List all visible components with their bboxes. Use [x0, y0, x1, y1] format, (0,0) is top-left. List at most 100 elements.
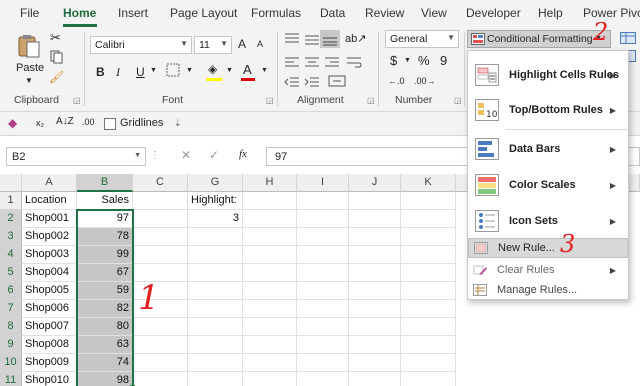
decrease-decimal-icon[interactable]: .00→ [414, 76, 436, 86]
sales-cell[interactable]: 98 [77, 372, 133, 386]
column-header-c[interactable]: C [133, 174, 188, 192]
cell[interactable] [188, 228, 243, 246]
cell[interactable] [133, 372, 188, 386]
increase-indent-icon[interactable] [304, 76, 320, 91]
eraser-icon[interactable]: ◆ [8, 116, 17, 130]
menu-item-clear-rules[interactable]: Clear Rules ▶ [468, 260, 628, 280]
tab-view[interactable]: View [421, 6, 447, 20]
cell[interactable] [188, 318, 243, 336]
location-cell[interactable]: Shop009 [22, 354, 77, 372]
sales-cell[interactable]: 63 [77, 336, 133, 354]
cell[interactable] [401, 300, 456, 318]
shrink-font-icon[interactable]: A [257, 39, 263, 49]
cell[interactable] [297, 282, 349, 300]
cell[interactable] [133, 192, 188, 210]
enter-icon[interactable]: ✓ [209, 148, 219, 162]
cell[interactable] [188, 300, 243, 318]
sales-cell[interactable]: 97 [77, 210, 133, 228]
format-painter-icon[interactable]: 🖌 [49, 70, 64, 84]
row-header[interactable]: 6 [0, 282, 22, 300]
cell[interactable] [349, 354, 401, 372]
conditional-formatting-button[interactable]: Conditional Formatting ▼ [467, 30, 611, 48]
menu-item-highlight-cells-rules[interactable]: Highlight Cells Rules ▶ [468, 58, 628, 92]
sort-az-icon[interactable]: A↓Z [56, 116, 74, 127]
chevron-down-icon[interactable]: ▼ [261, 67, 268, 74]
format-as-table-icon[interactable] [620, 32, 636, 47]
location-cell[interactable]: Shop008 [22, 336, 77, 354]
cell[interactable] [401, 246, 456, 264]
underline-button[interactable]: U [136, 65, 145, 79]
orientation-icon[interactable]: ab↗ [345, 32, 366, 45]
cell[interactable] [349, 210, 401, 228]
cell[interactable] [401, 192, 456, 210]
cell[interactable] [243, 354, 297, 372]
cell[interactable] [349, 282, 401, 300]
menu-item-data-bars[interactable]: Data Bars ▶ [468, 131, 628, 167]
header-cell-location[interactable]: Location [22, 192, 77, 210]
cell[interactable] [349, 228, 401, 246]
cell[interactable] [133, 318, 188, 336]
cell[interactable] [349, 300, 401, 318]
sales-cell[interactable]: 74 [77, 354, 133, 372]
row-header[interactable]: 10 [0, 354, 22, 372]
tab-data[interactable]: Data [320, 6, 345, 20]
cell[interactable] [243, 318, 297, 336]
select-all-corner[interactable] [0, 174, 22, 192]
cell[interactable] [133, 246, 188, 264]
column-header-h[interactable]: H [243, 174, 297, 192]
menu-item-manage-rules[interactable]: Manage Rules... [468, 280, 628, 300]
cell[interactable] [401, 264, 456, 282]
cell[interactable] [133, 336, 188, 354]
cell[interactable] [243, 264, 297, 282]
menu-item-color-scales[interactable]: Color Scales ▶ [468, 167, 628, 203]
grow-font-icon[interactable]: A [238, 37, 246, 51]
tab-formulas[interactable]: Formulas [251, 6, 301, 20]
cell[interactable] [401, 372, 456, 386]
decrease-indent-icon[interactable] [284, 76, 300, 91]
sales-cell[interactable]: 99 [77, 246, 133, 264]
tab-file[interactable]: File [20, 6, 39, 20]
cell[interactable] [243, 210, 297, 228]
column-header-g[interactable]: G [188, 174, 243, 192]
cell[interactable] [297, 264, 349, 282]
paste-icon[interactable] [14, 32, 44, 60]
location-cell[interactable]: Shop003 [22, 246, 77, 264]
currency-icon[interactable]: $ [390, 53, 397, 68]
location-cell[interactable]: Shop004 [22, 264, 77, 282]
cell[interactable] [349, 246, 401, 264]
number-launcher-icon[interactable]: ◲ [454, 96, 462, 105]
location-cell[interactable]: Shop002 [22, 228, 77, 246]
cell[interactable] [188, 264, 243, 282]
highlight-value-cell[interactable]: 3 [188, 210, 243, 228]
italic-button[interactable]: I [116, 65, 120, 80]
bold-button[interactable]: B [96, 65, 105, 79]
cell[interactable] [349, 336, 401, 354]
bottom-align-icon[interactable] [320, 30, 340, 48]
tab-developer[interactable]: Developer [466, 6, 521, 20]
cell[interactable] [188, 246, 243, 264]
cell[interactable] [297, 336, 349, 354]
align-left-icon[interactable] [284, 56, 300, 73]
sales-cell[interactable]: 67 [77, 264, 133, 282]
cell[interactable] [401, 336, 456, 354]
location-cell[interactable]: Shop001 [22, 210, 77, 228]
row-header[interactable]: 4 [0, 246, 22, 264]
tab-help[interactable]: Help [538, 6, 563, 20]
cell[interactable] [349, 264, 401, 282]
cell[interactable] [297, 228, 349, 246]
row-header[interactable]: 7 [0, 300, 22, 318]
chevron-down-icon[interactable]: ▼ [150, 67, 157, 74]
cell[interactable] [243, 282, 297, 300]
tab-home[interactable]: Home [63, 6, 96, 20]
top-align-icon[interactable] [284, 32, 300, 49]
cell[interactable] [243, 192, 297, 210]
merge-center-icon[interactable] [328, 74, 350, 91]
cell[interactable] [188, 354, 243, 372]
gridlines-checkbox[interactable] [104, 118, 116, 130]
row-header[interactable]: 8 [0, 318, 22, 336]
cell[interactable] [349, 372, 401, 386]
cell[interactable] [297, 372, 349, 386]
column-header-a[interactable]: A [22, 174, 77, 192]
sales-cell[interactable]: 82 [77, 300, 133, 318]
font-launcher-icon[interactable]: ◲ [266, 96, 274, 105]
